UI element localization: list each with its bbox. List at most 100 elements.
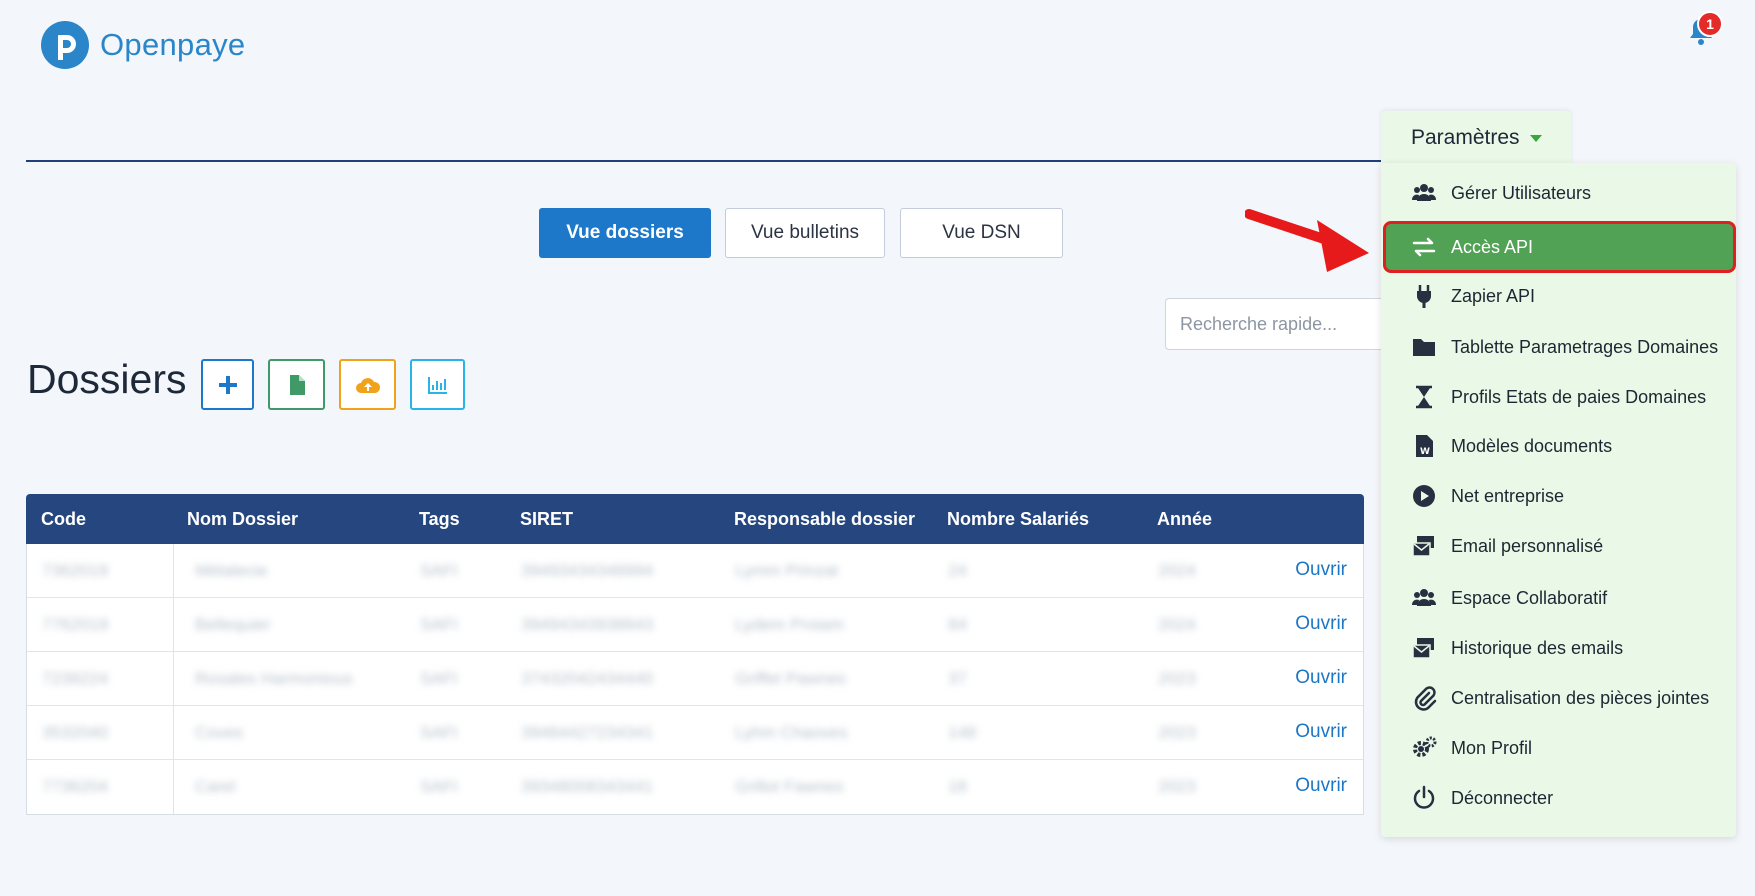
cell-salaries: 18 [948, 777, 967, 796]
cell-siret: 39494343938843 [521, 615, 654, 634]
plug-icon [1417, 285, 1431, 308]
word-document-icon: W [1416, 435, 1433, 457]
open-link[interactable]: Ouvrir [1295, 721, 1347, 743]
cell-salaries: 148 [948, 723, 977, 742]
email-stack-icon [1412, 536, 1434, 557]
table-body: 7362019 Métalecie SAFI 39493434348994 Ly… [26, 544, 1364, 815]
header-divider [26, 160, 1386, 162]
cell-nom: Métalecie [195, 561, 268, 580]
menu-item-label: Modèles documents [1451, 435, 1613, 456]
table-row: 7762019 Bellequier SAFI 39494343938843 L… [27, 598, 1363, 652]
cell-tags: SAFI [420, 615, 458, 634]
menu-item-zapier-api[interactable]: Zapier API [1381, 276, 1736, 316]
menu-item-modeles-documents[interactable]: W Modèles documents [1381, 426, 1736, 466]
cell-tags: SAFI [420, 561, 458, 580]
table-row: 7238224 Rosales Harmonious SAFI 37432042… [27, 652, 1363, 706]
cell-code: 3532040 [42, 723, 109, 742]
menu-item-label: Accès API [1451, 236, 1534, 257]
cell-nom: Bellequier [195, 615, 271, 634]
cell-code: 7362019 [42, 561, 109, 580]
menu-item-label: Email personnalisé [1451, 535, 1604, 556]
menu-item-centralisation-pieces[interactable]: Centralisation des pièces jointes [1381, 678, 1736, 718]
table-row: 3532040 Coves SAFI 39484427234341 Lyhm C… [27, 706, 1363, 760]
header-responsable[interactable]: Responsable dossier [734, 509, 915, 530]
folder-icon [1413, 339, 1435, 356]
cell-responsable: Grillot Fawnes [735, 777, 844, 796]
hourglass-icon [1416, 385, 1432, 409]
plus-icon [218, 375, 237, 394]
svg-text:W: W [1420, 447, 1430, 457]
header-tags[interactable]: Tags [419, 509, 460, 530]
menu-item-mon-profil[interactable]: Mon Profil [1381, 728, 1736, 768]
cell-annee: 2023 [1158, 669, 1196, 688]
menu-item-label: Profils Etats de paies Domaines [1451, 386, 1707, 407]
menu-item-net-entreprise[interactable]: Net entreprise [1381, 476, 1736, 516]
exchange-arrows-icon [1412, 237, 1436, 257]
cell-tags: SAFI [420, 723, 458, 742]
cell-responsable: Lymm Prinzat [735, 561, 839, 580]
chart-button[interactable] [410, 359, 465, 410]
search-input[interactable] [1165, 298, 1395, 350]
header-code[interactable]: Code [41, 509, 86, 530]
cell-annee: 2023 [1158, 723, 1196, 742]
header-nom-dossier[interactable]: Nom Dossier [187, 509, 298, 530]
table-header: Code Nom Dossier Tags SIRET Responsable … [26, 494, 1364, 544]
chart-icon [427, 376, 447, 394]
menu-item-historique-emails[interactable]: Historique des emails [1381, 628, 1736, 668]
menu-item-acces-api[interactable]: Accès API [1383, 221, 1736, 273]
menu-item-label: Net entreprise [1451, 485, 1565, 506]
cell-salaries: 37 [948, 669, 967, 688]
menu-item-label: Centralisation des pièces jointes [1451, 687, 1710, 708]
menu-item-label: Tablette Parametrages Domaines [1451, 336, 1719, 357]
open-link[interactable]: Ouvrir [1295, 667, 1347, 689]
menu-item-espace-collaboratif[interactable]: Espace Collaboratif [1381, 578, 1736, 618]
menu-item-label: Historique des emails [1451, 637, 1624, 658]
header-siret[interactable]: SIRET [520, 509, 573, 530]
tab-vue-bulletins[interactable]: Vue bulletins [725, 208, 885, 258]
power-icon [1413, 785, 1435, 809]
menu-item-label: Mon Profil [1451, 737, 1533, 758]
cell-responsable: Griffet Pawnes [735, 669, 847, 688]
settings-label: Paramètres [1411, 126, 1520, 149]
cell-annee: 2023 [1158, 777, 1196, 796]
cell-salaries: 24 [948, 561, 967, 580]
table-row: 7736204 Carel SAFI 39348008343441 Grillo… [27, 760, 1363, 814]
page-title: Dossiers [27, 356, 187, 402]
open-link[interactable]: Ouvrir [1295, 775, 1347, 797]
cell-nom: Rosales Harmonious [195, 669, 353, 688]
add-dossier-button[interactable] [201, 359, 254, 410]
app-name: Openpaye [100, 27, 246, 62]
cell-responsable: Lydem Proiam [735, 615, 844, 634]
open-link[interactable]: Ouvrir [1295, 559, 1347, 581]
table-row: 7362019 Métalecie SAFI 39493434348994 Ly… [27, 544, 1363, 598]
menu-item-deconnecter[interactable]: Déconnecter [1381, 778, 1736, 818]
cell-annee: 2024 [1158, 561, 1196, 580]
openpaye-logo[interactable]: Openpaye [40, 20, 245, 70]
tab-vue-dsn[interactable]: Vue DSN [900, 208, 1063, 258]
dossiers-table: Code Nom Dossier Tags SIRET Responsable … [26, 494, 1364, 815]
menu-item-gerer-utilisateurs[interactable]: Gérer Utilisateurs [1381, 173, 1736, 213]
file-button[interactable] [268, 359, 325, 410]
upload-button[interactable] [339, 359, 396, 410]
header-annee[interactable]: Année [1157, 509, 1212, 530]
menu-item-profils-etats[interactable]: Profils Etats de paies Domaines [1381, 377, 1736, 417]
settings-menu: Gérer Utilisateurs Accès API Zapier API … [1381, 163, 1736, 837]
menu-item-email-personnalise[interactable]: Email personnalisé [1381, 526, 1736, 566]
menu-item-label: Zapier API [1451, 285, 1536, 306]
gears-icon [1413, 736, 1437, 757]
header-nombre-salaries[interactable]: Nombre Salariés [947, 509, 1089, 530]
cell-code: 7736204 [42, 777, 109, 796]
cell-responsable: Lyhm Chaoves [735, 723, 848, 742]
logo-icon [41, 21, 89, 69]
cloud-upload-icon [355, 377, 380, 393]
open-link[interactable]: Ouvrir [1295, 613, 1347, 635]
menu-item-label: Déconnecter [1451, 787, 1554, 808]
menu-item-label: Espace Collaboratif [1451, 587, 1608, 608]
cell-siret: 39493434348994 [521, 561, 654, 580]
tab-vue-dossiers[interactable]: Vue dossiers [539, 208, 711, 258]
cell-salaries: 84 [948, 615, 967, 634]
cell-tags: SAFI [420, 669, 458, 688]
settings-dropdown-toggle[interactable]: Paramètres [1381, 111, 1571, 165]
cell-nom: Carel [195, 777, 236, 796]
menu-item-tablette-parametrages[interactable]: Tablette Parametrages Domaines [1381, 327, 1736, 367]
